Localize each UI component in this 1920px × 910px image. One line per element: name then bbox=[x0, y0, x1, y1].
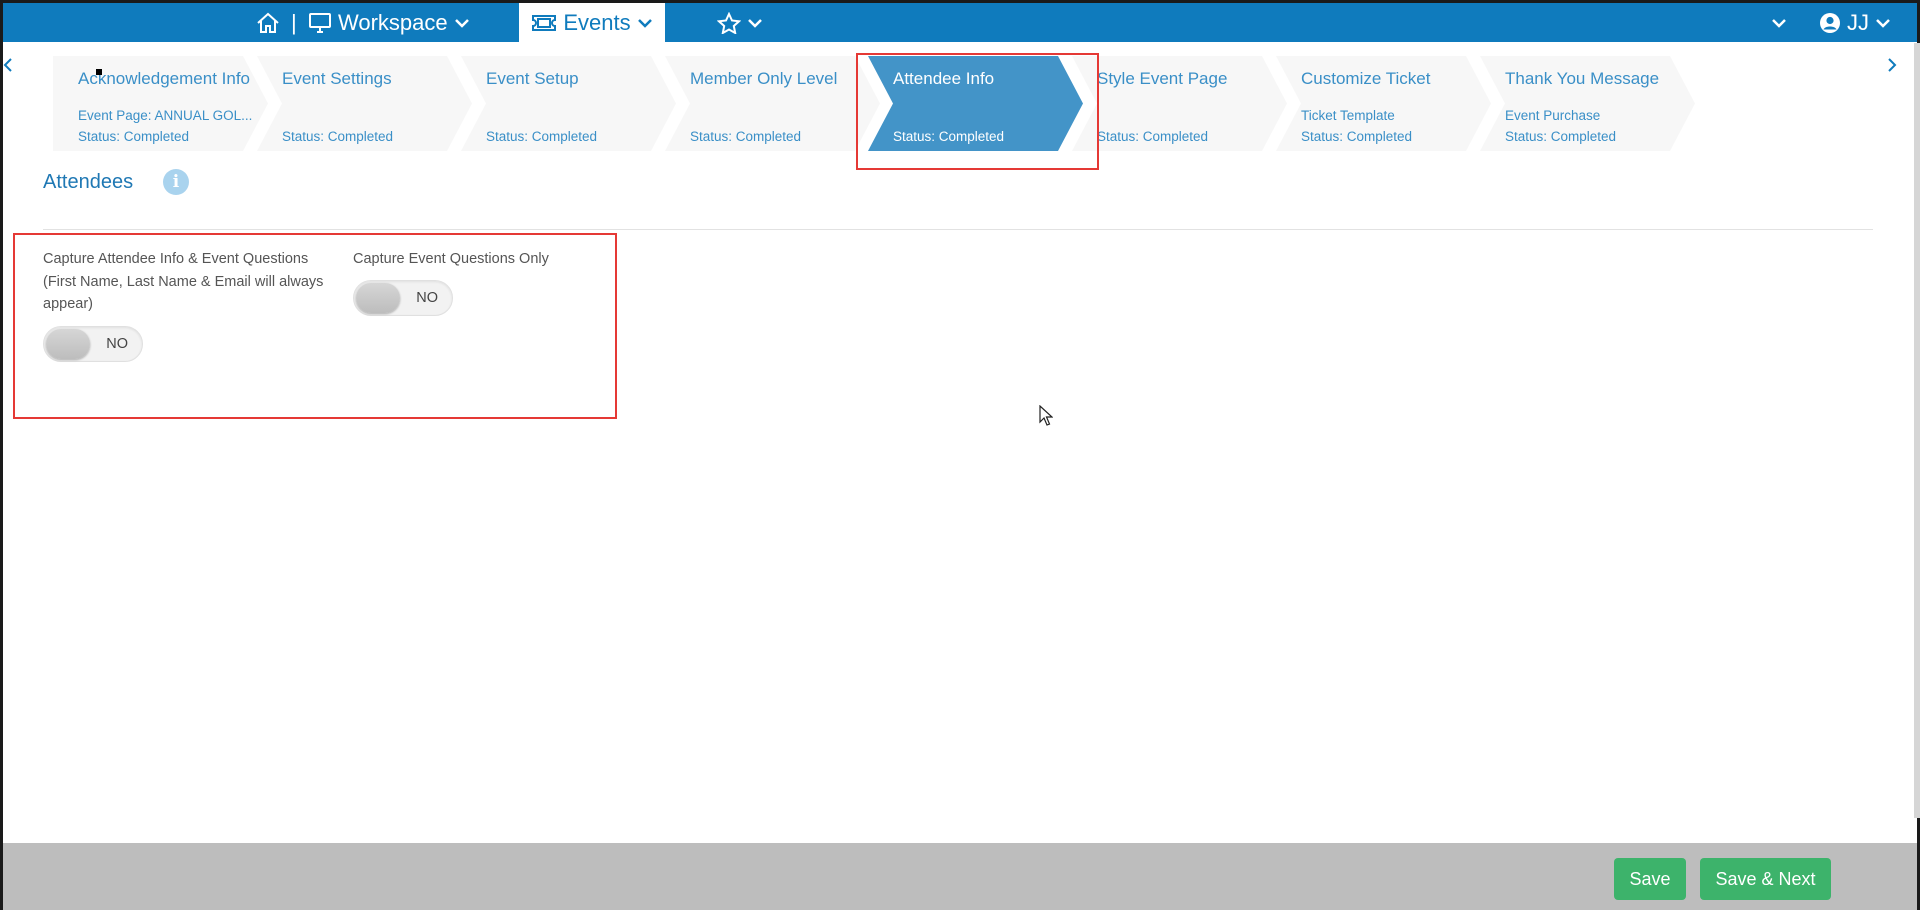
capture-event-questions-label: Capture Event Questions Only bbox=[353, 251, 549, 267]
step-title: Style Event Page bbox=[1097, 69, 1228, 88]
step-title: Member Only Level bbox=[690, 69, 838, 88]
chevron-left-icon bbox=[3, 58, 12, 72]
workspace-menu[interactable]: Workspace bbox=[308, 3, 470, 42]
step-status: Status: Completed bbox=[893, 129, 1005, 144]
step-title: Customize Ticket bbox=[1301, 69, 1431, 88]
step-title: Acknowledgement Info bbox=[78, 69, 250, 88]
capture-event-questions-toggle[interactable]: NO bbox=[353, 280, 453, 316]
step-status: Status: Completed bbox=[1505, 129, 1617, 144]
step-member-only-level[interactable]: Member Only Level Status: Completed bbox=[665, 56, 880, 151]
step-subtitle: Event Page: ANNUAL GOL... bbox=[78, 108, 253, 123]
info-icon[interactable]: i bbox=[163, 169, 189, 195]
step-title: Event Settings bbox=[282, 69, 392, 88]
footer-bar: Save Save & Next bbox=[3, 843, 1917, 910]
step-title: Thank You Message bbox=[1505, 69, 1660, 88]
top-nav-bar: | Workspace Events JJ bbox=[3, 3, 1917, 42]
save-and-next-button[interactable]: Save & Next bbox=[1700, 858, 1831, 900]
focus-marker bbox=[96, 69, 102, 75]
save-button[interactable]: Save bbox=[1614, 858, 1686, 900]
step-event-settings[interactable]: Event Settings Status: Completed bbox=[257, 56, 472, 151]
nav-separator: | bbox=[291, 9, 297, 35]
chevron-down-icon bbox=[748, 18, 762, 28]
chevron-right-icon bbox=[1888, 58, 1897, 72]
step-acknowledgement-info[interactable]: Acknowledgement Info Event Page: ANNUAL … bbox=[53, 56, 268, 151]
chevron-down-icon bbox=[1876, 18, 1890, 28]
user-menu[interactable]: JJ bbox=[1819, 3, 1891, 42]
step-subtitle: Event Purchase bbox=[1505, 108, 1601, 123]
section-divider bbox=[43, 229, 1873, 230]
vertical-scrollbar[interactable] bbox=[1914, 43, 1920, 818]
star-icon bbox=[717, 11, 741, 34]
step-status: Status: Completed bbox=[1097, 129, 1209, 144]
toggle-state-label: NO bbox=[416, 290, 438, 306]
favorites-menu[interactable] bbox=[717, 3, 763, 42]
step-status: Status: Completed bbox=[690, 129, 802, 144]
chevron-down-icon bbox=[637, 18, 652, 28]
step-status: Status: Completed bbox=[1301, 129, 1413, 144]
ticket-icon bbox=[532, 14, 557, 31]
user-circle-icon bbox=[1820, 12, 1840, 33]
step-status: Status: Completed bbox=[282, 129, 394, 144]
toggle-knob bbox=[46, 329, 90, 359]
step-style-event-page[interactable]: Style Event Page Status: Completed bbox=[1072, 56, 1287, 151]
step-subtitle: Ticket Template bbox=[1301, 108, 1395, 123]
step-status: Status: Completed bbox=[486, 129, 598, 144]
step-event-setup[interactable]: Event Setup Status: Completed bbox=[461, 56, 676, 151]
steps-prev-arrow[interactable] bbox=[3, 53, 13, 79]
toggle-knob bbox=[356, 283, 400, 313]
more-menu[interactable] bbox=[1771, 3, 1787, 42]
home-icon bbox=[257, 12, 279, 33]
step-status: Status: Completed bbox=[78, 129, 190, 144]
capture-attendee-info-toggle[interactable]: NO bbox=[43, 326, 143, 362]
mouse-cursor-icon bbox=[1039, 405, 1053, 426]
home-button[interactable] bbox=[256, 3, 280, 42]
toggle-state-label: NO bbox=[106, 336, 128, 352]
user-initials: JJ bbox=[1847, 9, 1869, 35]
events-menu[interactable]: Events bbox=[519, 3, 665, 42]
chevron-down-icon bbox=[1772, 18, 1786, 28]
step-thank-you-message[interactable]: Thank You Message Event Purchase Status:… bbox=[1480, 56, 1695, 151]
step-title: Attendee Info bbox=[893, 69, 995, 88]
page-title: Attendees bbox=[43, 171, 134, 193]
step-customize-ticket[interactable]: Customize Ticket Ticket Template Status:… bbox=[1276, 56, 1491, 151]
capture-attendee-info-label: Capture Attendee Info & Event Questions … bbox=[43, 251, 324, 312]
chevron-down-icon bbox=[454, 18, 469, 28]
step-attendee-info[interactable]: Attendee Info Status: Completed bbox=[868, 56, 1083, 151]
step-title: Event Setup bbox=[486, 69, 579, 88]
workspace-label: Workspace bbox=[338, 9, 448, 35]
monitor-icon bbox=[309, 12, 331, 33]
steps-next-arrow[interactable] bbox=[1887, 53, 1897, 79]
events-label: Events bbox=[563, 9, 631, 35]
